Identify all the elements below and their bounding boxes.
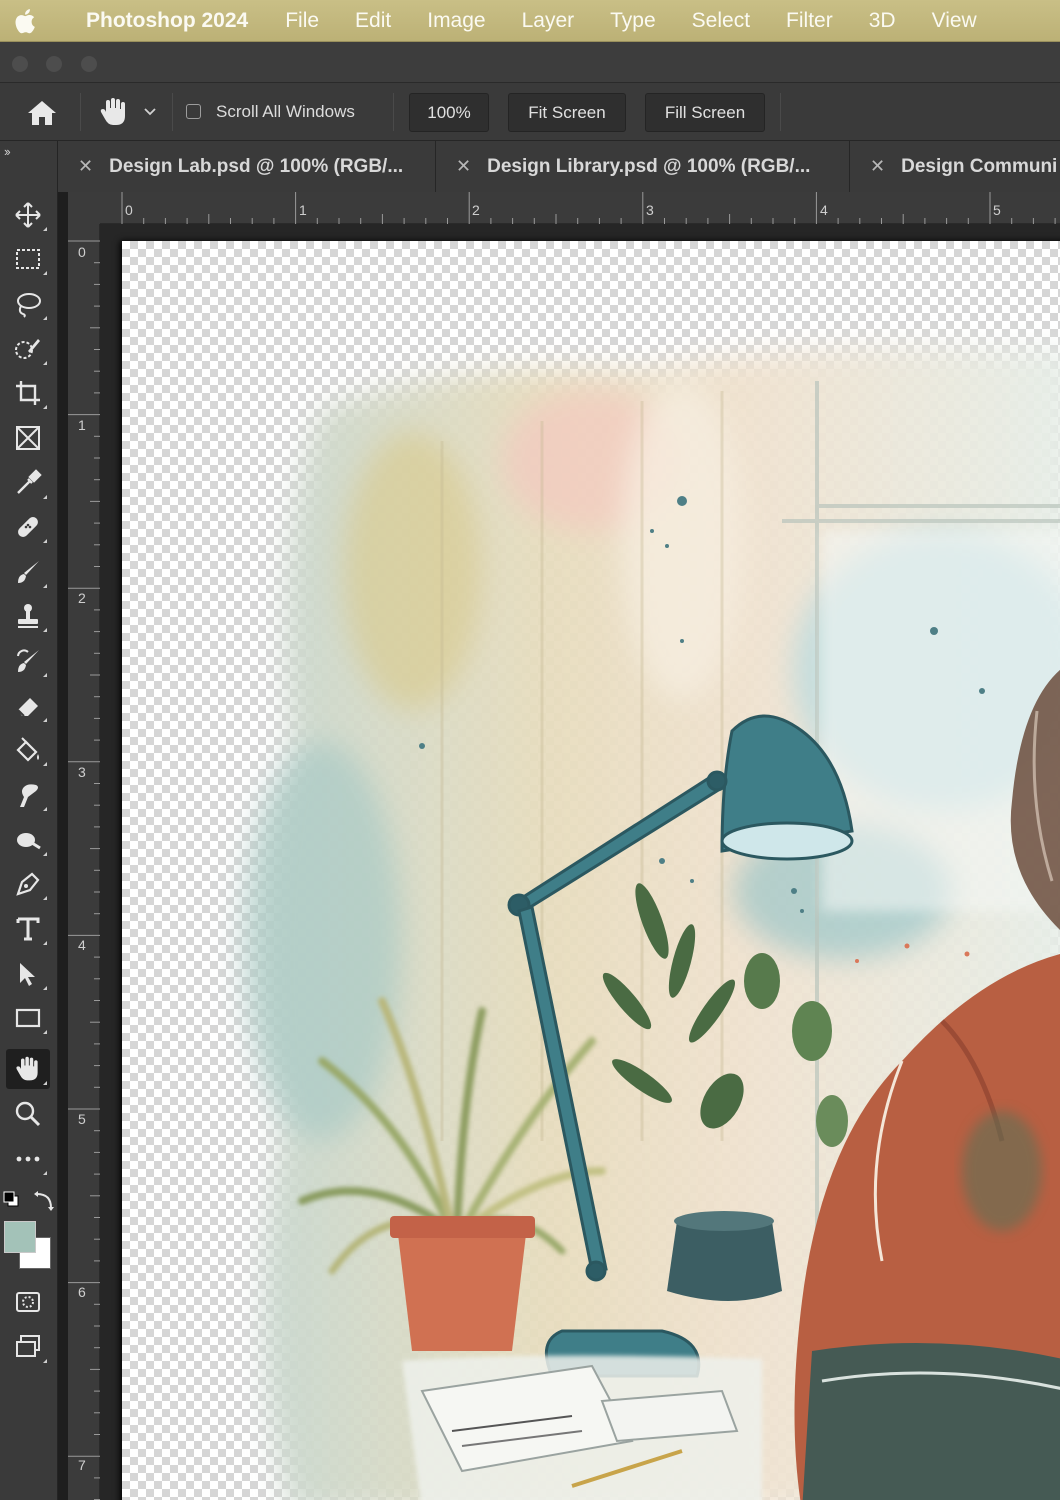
watercolor-illustration <box>242 348 1060 1500</box>
paint-bucket-tool-icon[interactable] <box>6 730 50 770</box>
eyedropper-tool-icon[interactable] <box>6 463 50 503</box>
ruler-label: 5 <box>993 202 1001 218</box>
ruler-label: 1 <box>78 417 86 433</box>
swap-colors-icon[interactable] <box>33 1190 55 1212</box>
type-tool-icon[interactable] <box>6 909 50 949</box>
ruler-label: 4 <box>820 202 828 218</box>
options-separator <box>80 93 81 131</box>
tool-preset-hand-icon[interactable] <box>98 97 130 127</box>
lasso-tool-icon[interactable] <box>6 284 50 324</box>
foreground-color-swatch[interactable] <box>4 1221 36 1253</box>
more-tools-icon[interactable] <box>6 1139 50 1179</box>
frame-tool-icon[interactable] <box>6 418 50 458</box>
ruler-label: 3 <box>78 764 86 780</box>
menu-select[interactable]: Select <box>692 9 750 33</box>
scroll-all-windows-label: Scroll All Windows <box>216 102 355 121</box>
healing-brush-tool-icon[interactable] <box>6 507 50 547</box>
window-title-bar <box>0 42 1060 83</box>
clone-stamp-tool-icon[interactable] <box>6 596 50 636</box>
fill-screen-button[interactable]: Fill Screen <box>645 93 765 132</box>
ruler-label: 4 <box>78 937 86 953</box>
ruler-origin[interactable] <box>68 192 100 224</box>
apple-menu-icon[interactable] <box>0 0 48 42</box>
history-brush-tool-icon[interactable] <box>6 641 50 681</box>
quick-mask-icon[interactable] <box>6 1282 50 1322</box>
document-tab[interactable]: ✕ Design Lab.psd @ 100% (RGB/... <box>58 141 436 192</box>
dodge-tool-icon[interactable] <box>6 820 50 860</box>
vertical-ruler[interactable]: 0 1 2 3 4 5 6 7 <box>68 224 100 1500</box>
menu-type[interactable]: Type <box>610 9 656 33</box>
fit-screen-button[interactable]: Fit Screen <box>508 93 626 132</box>
home-icon[interactable] <box>26 99 58 127</box>
app-name-menu[interactable]: Photoshop 2024 <box>86 9 248 33</box>
collapse-panel-icon[interactable]: ›› <box>4 144 11 159</box>
ruler-label: 6 <box>78 1284 86 1300</box>
marquee-tool-icon[interactable] <box>6 239 50 279</box>
eraser-tool-icon[interactable] <box>6 686 50 726</box>
document-canvas[interactable] <box>122 241 1060 1500</box>
default-colors-icon[interactable] <box>2 1190 20 1208</box>
zoom-100-button[interactable]: 100% <box>409 93 489 132</box>
close-tab-icon[interactable]: ✕ <box>456 156 471 177</box>
options-separator <box>780 93 781 131</box>
document-tabs-bar: ✕ Design Lab.psd @ 100% (RGB/... ✕ Desig… <box>58 141 1060 192</box>
menu-3d[interactable]: 3D <box>869 9 896 33</box>
ruler-label: 3 <box>646 202 654 218</box>
hand-tool-icon[interactable] <box>6 1049 50 1089</box>
menu-file[interactable]: File <box>285 9 319 33</box>
smudge-tool-icon[interactable] <box>6 775 50 815</box>
scroll-all-windows-checkbox[interactable] <box>186 104 201 119</box>
close-tab-icon[interactable]: ✕ <box>870 156 885 177</box>
ruler-label: 0 <box>125 202 133 218</box>
crop-tool-icon[interactable] <box>6 373 50 413</box>
options-separator <box>393 93 394 131</box>
minimize-window-button[interactable] <box>46 56 62 72</box>
chevron-down-icon[interactable] <box>143 105 157 119</box>
quick-selection-tool-icon[interactable] <box>6 329 50 369</box>
ruler-label: 5 <box>78 1111 86 1127</box>
rectangle-tool-icon[interactable] <box>6 998 50 1038</box>
options-separator <box>172 93 173 131</box>
menu-filter[interactable]: Filter <box>786 9 833 33</box>
menu-image[interactable]: Image <box>427 9 485 33</box>
ruler-label: 2 <box>78 590 86 606</box>
brush-tool-icon[interactable] <box>6 552 50 592</box>
document-tab[interactable]: ✕ Design Communi <box>850 141 1060 192</box>
screen-mode-icon[interactable] <box>6 1327 50 1367</box>
menu-edit[interactable]: Edit <box>355 9 391 33</box>
canvas-area[interactable] <box>100 224 1060 1500</box>
document-tab[interactable]: ✕ Design Library.psd @ 100% (RGB/... <box>436 141 850 192</box>
ruler-label: 2 <box>472 202 480 218</box>
ruler-label: 0 <box>78 244 86 260</box>
ruler-label: 7 <box>78 1457 86 1473</box>
tab-title: Design Communi <box>901 155 1058 177</box>
tab-title: Design Library.psd @ 100% (RGB/... <box>487 155 811 177</box>
options-bar: Scroll All Windows 100% Fit Screen Fill … <box>0 83 1060 141</box>
menu-bar: Photoshop 2024 File Edit Image Layer Typ… <box>0 0 1060 42</box>
move-tool-icon[interactable] <box>6 195 50 235</box>
zoom-tool-icon[interactable] <box>6 1094 50 1134</box>
horizontal-ruler[interactable]: 0 1 2 3 4 5 <box>100 192 1060 224</box>
menu-view[interactable]: View <box>932 9 977 33</box>
tools-panel: ›› <box>0 141 58 1500</box>
close-window-button[interactable] <box>12 56 28 72</box>
close-tab-icon[interactable]: ✕ <box>78 156 93 177</box>
ruler-label: 1 <box>299 202 307 218</box>
zoom-window-button[interactable] <box>81 56 97 72</box>
tab-title: Design Lab.psd @ 100% (RGB/... <box>109 155 404 177</box>
path-selection-tool-icon[interactable] <box>6 954 50 994</box>
pen-tool-icon[interactable] <box>6 864 50 904</box>
menu-layer[interactable]: Layer <box>522 9 575 33</box>
